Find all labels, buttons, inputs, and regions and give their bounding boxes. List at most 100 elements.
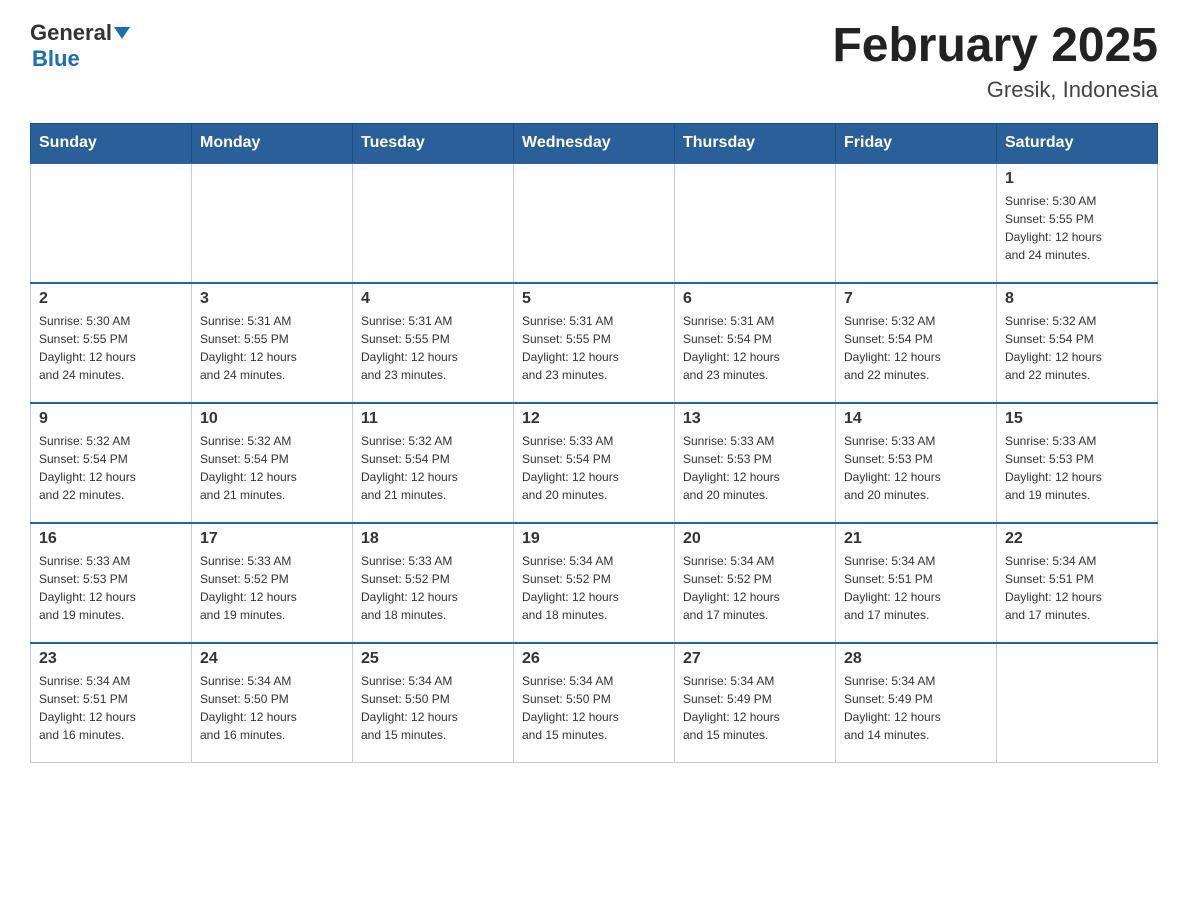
day-info: Sunrise: 5:31 AM Sunset: 5:55 PM Dayligh… xyxy=(200,312,344,384)
day-number: 26 xyxy=(522,650,666,668)
month-title: February 2025 xyxy=(832,20,1158,73)
day-number: 22 xyxy=(1005,530,1149,548)
calendar-cell: 1 Sunrise: 5:30 AM Sunset: 5:55 PM Daylig… xyxy=(997,163,1158,283)
day-number: 13 xyxy=(683,410,827,428)
calendar-cell xyxy=(675,163,836,283)
week-row-5: 23 Sunrise: 5:34 AM Sunset: 5:51 PM Dayli… xyxy=(31,643,1158,763)
page-header: General Blue February 2025 Gresik, Indon… xyxy=(30,20,1158,103)
calendar-cell xyxy=(836,163,997,283)
day-number: 24 xyxy=(200,650,344,668)
calendar-cell: 6 Sunrise: 5:31 AM Sunset: 5:54 PM Daylig… xyxy=(675,283,836,403)
day-info: Sunrise: 5:34 AM Sunset: 5:51 PM Dayligh… xyxy=(39,672,183,744)
day-info: Sunrise: 5:34 AM Sunset: 5:50 PM Dayligh… xyxy=(200,672,344,744)
day-number: 20 xyxy=(683,530,827,548)
header-sunday: Sunday xyxy=(31,123,192,163)
day-info: Sunrise: 5:30 AM Sunset: 5:55 PM Dayligh… xyxy=(1005,192,1149,264)
day-number: 3 xyxy=(200,290,344,308)
calendar-cell: 20 Sunrise: 5:34 AM Sunset: 5:52 PM Dayli… xyxy=(675,523,836,643)
calendar-cell: 4 Sunrise: 5:31 AM Sunset: 5:55 PM Daylig… xyxy=(353,283,514,403)
day-info: Sunrise: 5:34 AM Sunset: 5:50 PM Dayligh… xyxy=(522,672,666,744)
day-info: Sunrise: 5:33 AM Sunset: 5:52 PM Dayligh… xyxy=(200,552,344,624)
calendar-cell: 22 Sunrise: 5:34 AM Sunset: 5:51 PM Dayli… xyxy=(997,523,1158,643)
day-number: 15 xyxy=(1005,410,1149,428)
location-subtitle: Gresik, Indonesia xyxy=(832,77,1158,103)
day-number: 23 xyxy=(39,650,183,668)
calendar-cell: 16 Sunrise: 5:33 AM Sunset: 5:53 PM Dayli… xyxy=(31,523,192,643)
day-number: 10 xyxy=(200,410,344,428)
calendar-cell: 8 Sunrise: 5:32 AM Sunset: 5:54 PM Daylig… xyxy=(997,283,1158,403)
calendar-cell xyxy=(353,163,514,283)
calendar-cell: 5 Sunrise: 5:31 AM Sunset: 5:55 PM Daylig… xyxy=(514,283,675,403)
day-number: 21 xyxy=(844,530,988,548)
day-number: 5 xyxy=(522,290,666,308)
day-number: 19 xyxy=(522,530,666,548)
day-number: 18 xyxy=(361,530,505,548)
calendar-cell: 13 Sunrise: 5:33 AM Sunset: 5:53 PM Dayli… xyxy=(675,403,836,523)
day-info: Sunrise: 5:33 AM Sunset: 5:53 PM Dayligh… xyxy=(683,432,827,504)
day-number: 16 xyxy=(39,530,183,548)
calendar-cell: 7Sunrise: 5:32 AM Sunset: 5:54 PM Daylig… xyxy=(836,283,997,403)
day-info: Sunrise: 5:34 AM Sunset: 5:49 PM Dayligh… xyxy=(683,672,827,744)
day-info: Sunrise: 5:33 AM Sunset: 5:53 PM Dayligh… xyxy=(1005,432,1149,504)
day-number: 7 xyxy=(844,290,988,308)
header-tuesday: Tuesday xyxy=(353,123,514,163)
calendar-cell: 14 Sunrise: 5:33 AM Sunset: 5:53 PM Dayli… xyxy=(836,403,997,523)
calendar-cell xyxy=(997,643,1158,763)
calendar-cell: 21 Sunrise: 5:34 AM Sunset: 5:51 PM Dayli… xyxy=(836,523,997,643)
day-info: Sunrise: 5:32 AM Sunset: 5:54 PM Dayligh… xyxy=(1005,312,1149,384)
day-info: Sunrise: 5:31 AM Sunset: 5:55 PM Dayligh… xyxy=(361,312,505,384)
day-number: 17 xyxy=(200,530,344,548)
calendar-cell: 15 Sunrise: 5:33 AM Sunset: 5:53 PM Dayli… xyxy=(997,403,1158,523)
day-info: Sunrise: 5:33 AM Sunset: 5:53 PM Dayligh… xyxy=(844,432,988,504)
calendar-cell: 19 Sunrise: 5:34 AM Sunset: 5:52 PM Dayli… xyxy=(514,523,675,643)
day-number: 27 xyxy=(683,650,827,668)
calendar-cell: 10 Sunrise: 5:32 AM Sunset: 5:54 PM Dayli… xyxy=(192,403,353,523)
day-info: Sunrise: 5:34 AM Sunset: 5:52 PM Dayligh… xyxy=(683,552,827,624)
day-info: Sunrise: 5:34 AM Sunset: 5:51 PM Dayligh… xyxy=(1005,552,1149,624)
calendar-cell: 11Sunrise: 5:32 AM Sunset: 5:54 PM Dayli… xyxy=(353,403,514,523)
calendar-cell: 17 Sunrise: 5:33 AM Sunset: 5:52 PM Dayli… xyxy=(192,523,353,643)
logo-blue-text: Blue xyxy=(32,46,80,72)
calendar-cell: 18Sunrise: 5:33 AM Sunset: 5:52 PM Dayli… xyxy=(353,523,514,643)
day-info: Sunrise: 5:34 AM Sunset: 5:51 PM Dayligh… xyxy=(844,552,988,624)
week-row-4: 16 Sunrise: 5:33 AM Sunset: 5:53 PM Dayli… xyxy=(31,523,1158,643)
week-row-3: 9Sunrise: 5:32 AM Sunset: 5:54 PM Daylig… xyxy=(31,403,1158,523)
header-thursday: Thursday xyxy=(675,123,836,163)
week-row-2: 2 Sunrise: 5:30 AM Sunset: 5:55 PM Daylig… xyxy=(31,283,1158,403)
day-info: Sunrise: 5:30 AM Sunset: 5:55 PM Dayligh… xyxy=(39,312,183,384)
day-number: 4 xyxy=(361,290,505,308)
day-number: 25 xyxy=(361,650,505,668)
calendar-cell: 27 Sunrise: 5:34 AM Sunset: 5:49 PM Dayli… xyxy=(675,643,836,763)
day-number: 2 xyxy=(39,290,183,308)
calendar-cell: 24 Sunrise: 5:34 AM Sunset: 5:50 PM Dayli… xyxy=(192,643,353,763)
calendar-cell: 28Sunrise: 5:34 AM Sunset: 5:49 PM Dayli… xyxy=(836,643,997,763)
logo: General Blue xyxy=(30,20,130,72)
day-info: Sunrise: 5:34 AM Sunset: 5:50 PM Dayligh… xyxy=(361,672,505,744)
calendar-cell xyxy=(192,163,353,283)
weekday-header-row: Sunday Monday Tuesday Wednesday Thursday… xyxy=(31,123,1158,163)
day-info: Sunrise: 5:33 AM Sunset: 5:54 PM Dayligh… xyxy=(522,432,666,504)
day-info: Sunrise: 5:31 AM Sunset: 5:54 PM Dayligh… xyxy=(683,312,827,384)
day-info: Sunrise: 5:32 AM Sunset: 5:54 PM Dayligh… xyxy=(200,432,344,504)
calendar-cell: 3 Sunrise: 5:31 AM Sunset: 5:55 PM Daylig… xyxy=(192,283,353,403)
calendar-table: Sunday Monday Tuesday Wednesday Thursday… xyxy=(30,123,1158,764)
day-number: 14 xyxy=(844,410,988,428)
calendar-cell xyxy=(31,163,192,283)
day-info: Sunrise: 5:31 AM Sunset: 5:55 PM Dayligh… xyxy=(522,312,666,384)
title-section: February 2025 Gresik, Indonesia xyxy=(832,20,1158,103)
calendar-cell: 2 Sunrise: 5:30 AM Sunset: 5:55 PM Daylig… xyxy=(31,283,192,403)
day-info: Sunrise: 5:34 AM Sunset: 5:52 PM Dayligh… xyxy=(522,552,666,624)
week-row-1: 1 Sunrise: 5:30 AM Sunset: 5:55 PM Daylig… xyxy=(31,163,1158,283)
day-info: Sunrise: 5:33 AM Sunset: 5:53 PM Dayligh… xyxy=(39,552,183,624)
day-number: 28 xyxy=(844,650,988,668)
calendar-cell xyxy=(514,163,675,283)
logo-general-text: General xyxy=(30,20,112,46)
day-number: 8 xyxy=(1005,290,1149,308)
calendar-cell: 9Sunrise: 5:32 AM Sunset: 5:54 PM Daylig… xyxy=(31,403,192,523)
day-number: 1 xyxy=(1005,170,1149,188)
header-wednesday: Wednesday xyxy=(514,123,675,163)
calendar-cell: 25 Sunrise: 5:34 AM Sunset: 5:50 PM Dayli… xyxy=(353,643,514,763)
day-number: 12 xyxy=(522,410,666,428)
logo-triangle-icon xyxy=(114,27,130,39)
day-number: 6 xyxy=(683,290,827,308)
